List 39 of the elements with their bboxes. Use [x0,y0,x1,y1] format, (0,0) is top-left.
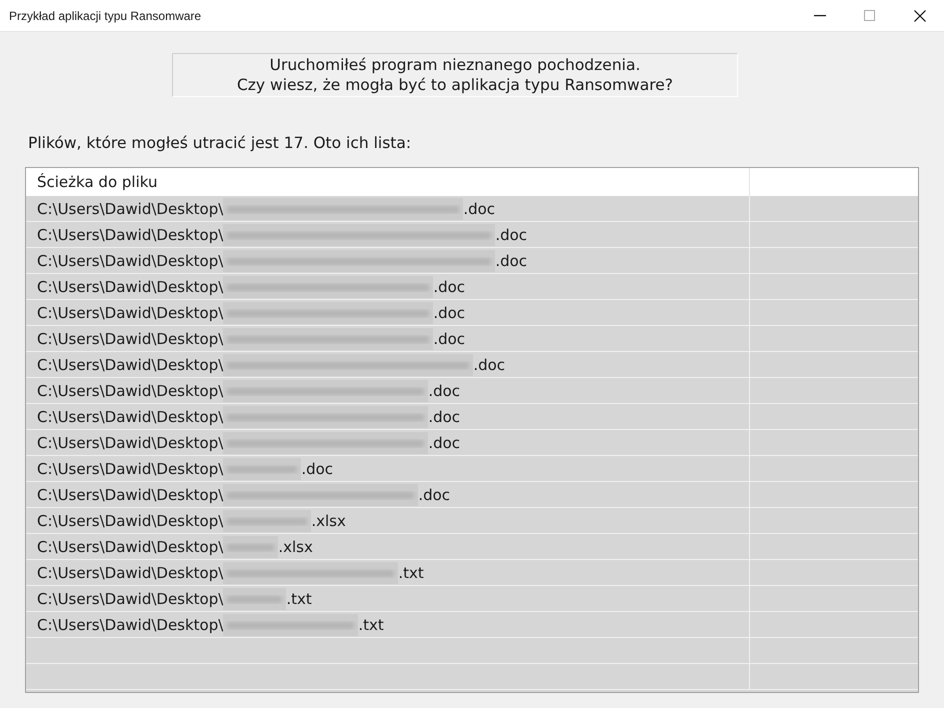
file-extension: .xlsx [311,510,346,532]
file-extension: .doc [428,432,460,454]
file-extension: .doc [495,250,528,272]
file-path: C:\Users\Dawid\Desktop\ [37,380,224,402]
file-extension: .doc [495,224,528,246]
file-path: C:\Users\Dawid\Desktop\ [37,328,224,350]
file-path: C:\Users\Dawid\Desktop\ [37,250,224,272]
file-extension: .xlsx [278,536,313,558]
file-extension: .doc [473,354,506,376]
file-extension: .doc [418,484,450,506]
file-path: C:\Users\Dawid\Desktop\ [37,458,224,480]
file-extension: .doc [428,406,460,428]
file-extension: .doc [433,276,466,298]
file-path: C:\Users\Dawid\Desktop\ [37,406,224,428]
file-path: C:\Users\Dawid\Desktop\ [37,276,224,298]
file-path: C:\Users\Dawid\Desktop\ [37,302,224,324]
window-title: Przykład aplikacji typu Ransomware [9,8,202,24]
minimize-icon[interactable] [814,14,826,16]
file-extension: .txt [286,588,312,610]
file-path: C:\Users\Dawid\Desktop\ [37,432,224,454]
file-extension: .txt [398,562,424,584]
file-extension: .doc [428,380,460,402]
warning-message: Uruchomiłeś program nieznanego pochodzenia. Czy wiesz, że mogła być to aplikacja typu Ransomware? [172,53,738,97]
file-path: C:\Users\Dawid\Desktop\ [37,562,224,584]
file-path: C:\Users\Dawid\Desktop\ [37,614,224,636]
file-extension: .doc [433,302,466,324]
file-path: C:\Users\Dawid\Desktop\ [37,198,224,220]
file-path: C:\Users\Dawid\Desktop\ [37,224,224,246]
file-extension: .doc [433,328,466,350]
file-path: C:\Users\Dawid\Desktop\ [37,510,224,532]
file-path: C:\Users\Dawid\Desktop\ [37,588,224,610]
file-path: C:\Users\Dawid\Desktop\ [37,484,224,506]
file-path: C:\Users\Dawid\Desktop\ [37,354,224,376]
close-icon[interactable] [914,10,926,22]
summary-label: Plików, które mogłeś utracić jest 17. Oto ich lista: [28,133,412,154]
file-extension: .doc [301,458,334,480]
file-extension: .txt [358,614,384,636]
file-path: C:\Users\Dawid\Desktop\ [37,536,224,558]
file-extension: .doc [463,198,496,220]
